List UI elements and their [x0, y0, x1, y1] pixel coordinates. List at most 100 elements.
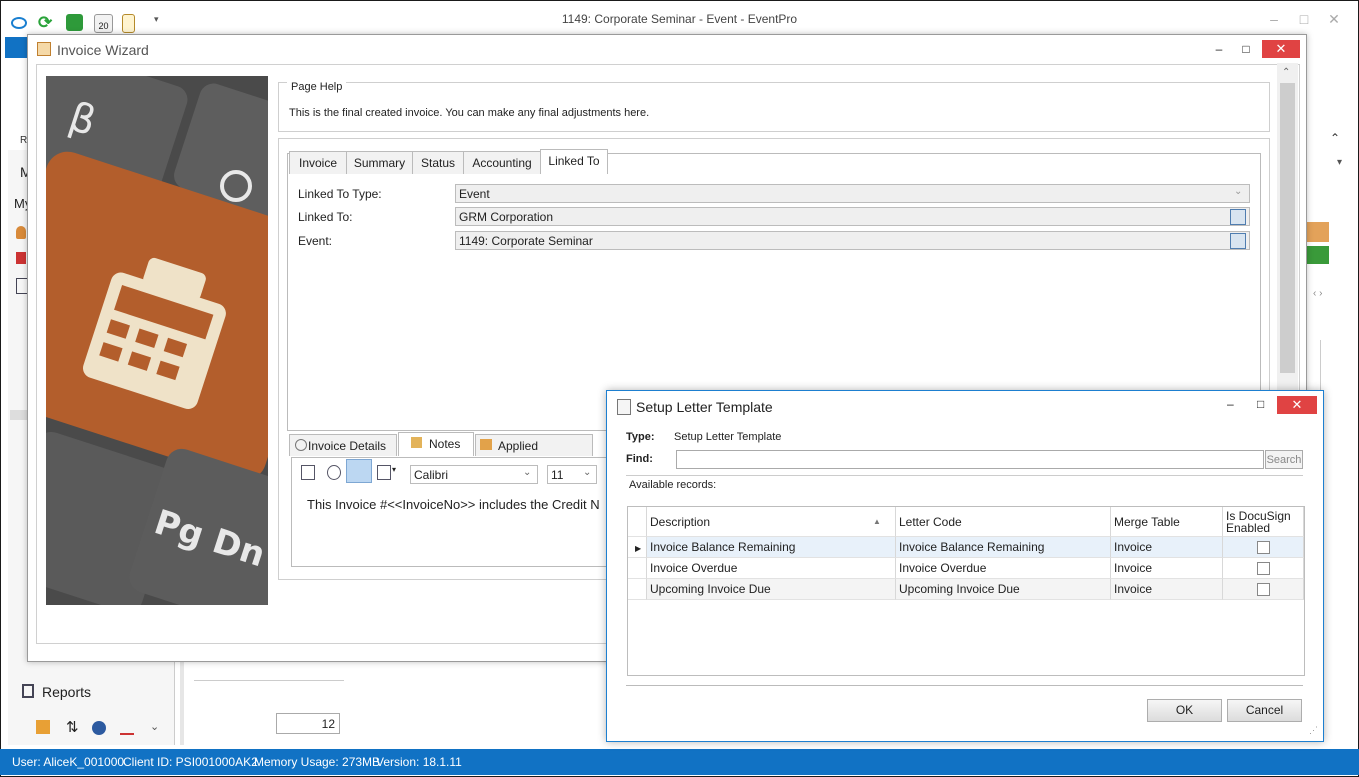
editor-open-folder-icon[interactable] — [346, 459, 372, 483]
tab-notes[interactable]: Notes — [398, 432, 474, 456]
tab-linked-to[interactable]: Linked To — [540, 149, 608, 174]
page-number-input[interactable]: 12 — [276, 713, 340, 734]
dialog-maximize-button[interactable]: □ — [1257, 397, 1264, 411]
scroll-thumb[interactable] — [1280, 83, 1295, 373]
status-client-id: Client ID: PSI001000AK2 — [123, 755, 258, 769]
table-row[interactable]: Invoice Balance Remaining — [647, 537, 896, 558]
status-version: Version: 18.1.11 — [376, 755, 462, 769]
sort-ascending-icon: ▲ — [873, 517, 881, 526]
linked-type-label: Linked To Type: — [298, 187, 382, 201]
linked-to-lookup-icon[interactable] — [1230, 209, 1246, 225]
status-bar: User: AliceK_001000 Client ID: PSI001000… — [0, 749, 1359, 775]
app-title: 1149: Corporate Seminar - Event - EventP… — [561, 12, 798, 26]
module-icon[interactable] — [1307, 222, 1329, 242]
wizard-title-bar: Invoice Wizard – □ ✕ — [28, 35, 1306, 63]
tab-summary[interactable]: Summary — [346, 151, 413, 174]
notes-icon — [411, 437, 422, 448]
wizard-title: Invoice Wizard — [57, 42, 149, 58]
col-docusign-enabled[interactable]: Is DocuSign Enabled — [1223, 507, 1304, 537]
table-cell[interactable]: Invoice Overdue — [896, 558, 1111, 579]
dropdown-chevron-icon[interactable]: ▾ — [1337, 157, 1342, 168]
docusign-checkbox[interactable] — [1257, 583, 1270, 596]
search-button[interactable]: Search — [1265, 450, 1303, 469]
table-row[interactable]: Invoice Overdue — [647, 558, 896, 579]
scroll-up-icon[interactable]: ⌃ — [1282, 67, 1290, 78]
row-indicator — [628, 579, 647, 600]
table-cell[interactable]: Invoice — [1111, 537, 1223, 558]
table-cell — [1223, 537, 1304, 558]
page-help-legend: Page Help — [287, 81, 347, 93]
wizard-window-icon — [37, 42, 51, 56]
more-modules-chevron-icon[interactable]: ⌄ — [150, 720, 159, 733]
ribbon-file-tab[interactable] — [5, 37, 27, 58]
font-family-chevron-icon[interactable]: ⌄ — [523, 467, 531, 478]
tab-status[interactable]: Status — [412, 151, 464, 174]
row-indicator-current: ▶ — [628, 537, 647, 558]
user-icon[interactable] — [16, 226, 26, 239]
wizard-minimize-button[interactable]: – — [1207, 40, 1231, 58]
linked-to-field[interactable]: GRM Corporation — [455, 207, 1250, 226]
col-merge-table[interactable]: Merge Table — [1111, 507, 1223, 537]
table-cell — [1223, 558, 1304, 579]
type-label: Type: — [626, 431, 655, 443]
globe-icon[interactable] — [92, 721, 106, 735]
table-cell[interactable]: Invoice — [1111, 558, 1223, 579]
editor-edit-menu-icon[interactable]: ▾ — [392, 465, 396, 474]
reports-icon — [22, 684, 34, 698]
app-maximize-button[interactable]: □ — [1292, 9, 1316, 29]
records-grid: Description ▲ Letter Code Merge Table Is … — [627, 506, 1305, 676]
notes-editor-text[interactable]: This Invoice #<<InvoiceNo>> includes the… — [307, 497, 607, 512]
type-value: Setup Letter Template — [674, 431, 782, 443]
calendar-small-icon[interactable] — [16, 252, 26, 264]
status-user: User: AliceK_001000 — [12, 755, 125, 769]
col-description[interactable]: Description ▲ — [647, 507, 896, 537]
wizard-maximize-button[interactable]: □ — [1234, 40, 1258, 58]
wizard-side-image: β Pg Dn E — [46, 76, 268, 605]
event-field[interactable]: 1149: Corporate Seminar — [455, 231, 1250, 250]
editor-edit-icon[interactable] — [377, 465, 391, 480]
table-cell[interactable]: Upcoming Invoice Due — [896, 579, 1111, 600]
buttons-separator — [626, 685, 1303, 686]
docusign-checkbox[interactable] — [1257, 562, 1270, 575]
nav-arrows-icon[interactable]: ‹ › — [1313, 288, 1322, 299]
row-indicator — [628, 558, 647, 579]
tab-invoice[interactable]: Invoice — [289, 151, 347, 174]
editor-search-icon[interactable] — [327, 465, 341, 480]
find-input[interactable] — [676, 450, 1264, 469]
app-minimize-button[interactable]: – — [1262, 9, 1286, 29]
page-help-text: This is the final created invoice. You c… — [289, 107, 650, 119]
row-indicator-header — [628, 507, 647, 537]
event-lookup-icon[interactable] — [1230, 233, 1246, 249]
current-row-arrow-icon: ▶ — [635, 544, 642, 553]
linked-type-chevron-icon[interactable]: ⌄ — [1234, 186, 1242, 197]
editor-page-icon[interactable] — [301, 465, 315, 480]
reports-nav-item[interactable]: Reports — [42, 684, 91, 700]
font-family-select[interactable]: Calibri — [410, 465, 538, 484]
sort-arrows-icon[interactable]: ⇅ — [66, 718, 79, 736]
available-records-label: Available records: — [629, 479, 717, 491]
tab-applied-payments[interactable]: Applied Payments — [475, 434, 593, 475]
dialog-minimize-button[interactable]: – — [1227, 397, 1234, 411]
ribbon-collapse-icon[interactable]: ⌃ — [1330, 131, 1340, 145]
linked-type-select[interactable]: Event — [455, 184, 1250, 203]
payments-icon — [480, 439, 492, 450]
cancel-button[interactable]: Cancel — [1227, 699, 1302, 722]
ok-button[interactable]: OK — [1147, 699, 1222, 722]
resize-grip-icon[interactable]: ⋰ — [1309, 725, 1318, 736]
table-cell[interactable]: Invoice — [1111, 579, 1223, 600]
col-letter-code[interactable]: Letter Code — [896, 507, 1111, 537]
app-close-button[interactable]: ✕ — [1322, 9, 1346, 29]
font-size-chevron-icon[interactable]: ⌄ — [583, 467, 591, 478]
table-row[interactable]: Upcoming Invoice Due — [647, 579, 896, 600]
module-orange-icon[interactable] — [36, 720, 50, 734]
chart-bars-icon[interactable] — [120, 721, 134, 735]
page-help-group: Page Help This is the final created invo… — [278, 81, 1270, 132]
dialog-close-button[interactable]: ✕ — [1277, 396, 1317, 414]
dialog-window-icon — [617, 399, 631, 415]
docusign-checkbox[interactable] — [1257, 541, 1270, 554]
table-cell[interactable]: Invoice Balance Remaining — [896, 537, 1111, 558]
dialog-title: Setup Letter Template — [636, 399, 773, 415]
col-description-label: Description — [650, 515, 711, 529]
wizard-close-button[interactable]: ✕ — [1262, 40, 1300, 58]
tab-accounting[interactable]: Accounting — [463, 151, 541, 174]
